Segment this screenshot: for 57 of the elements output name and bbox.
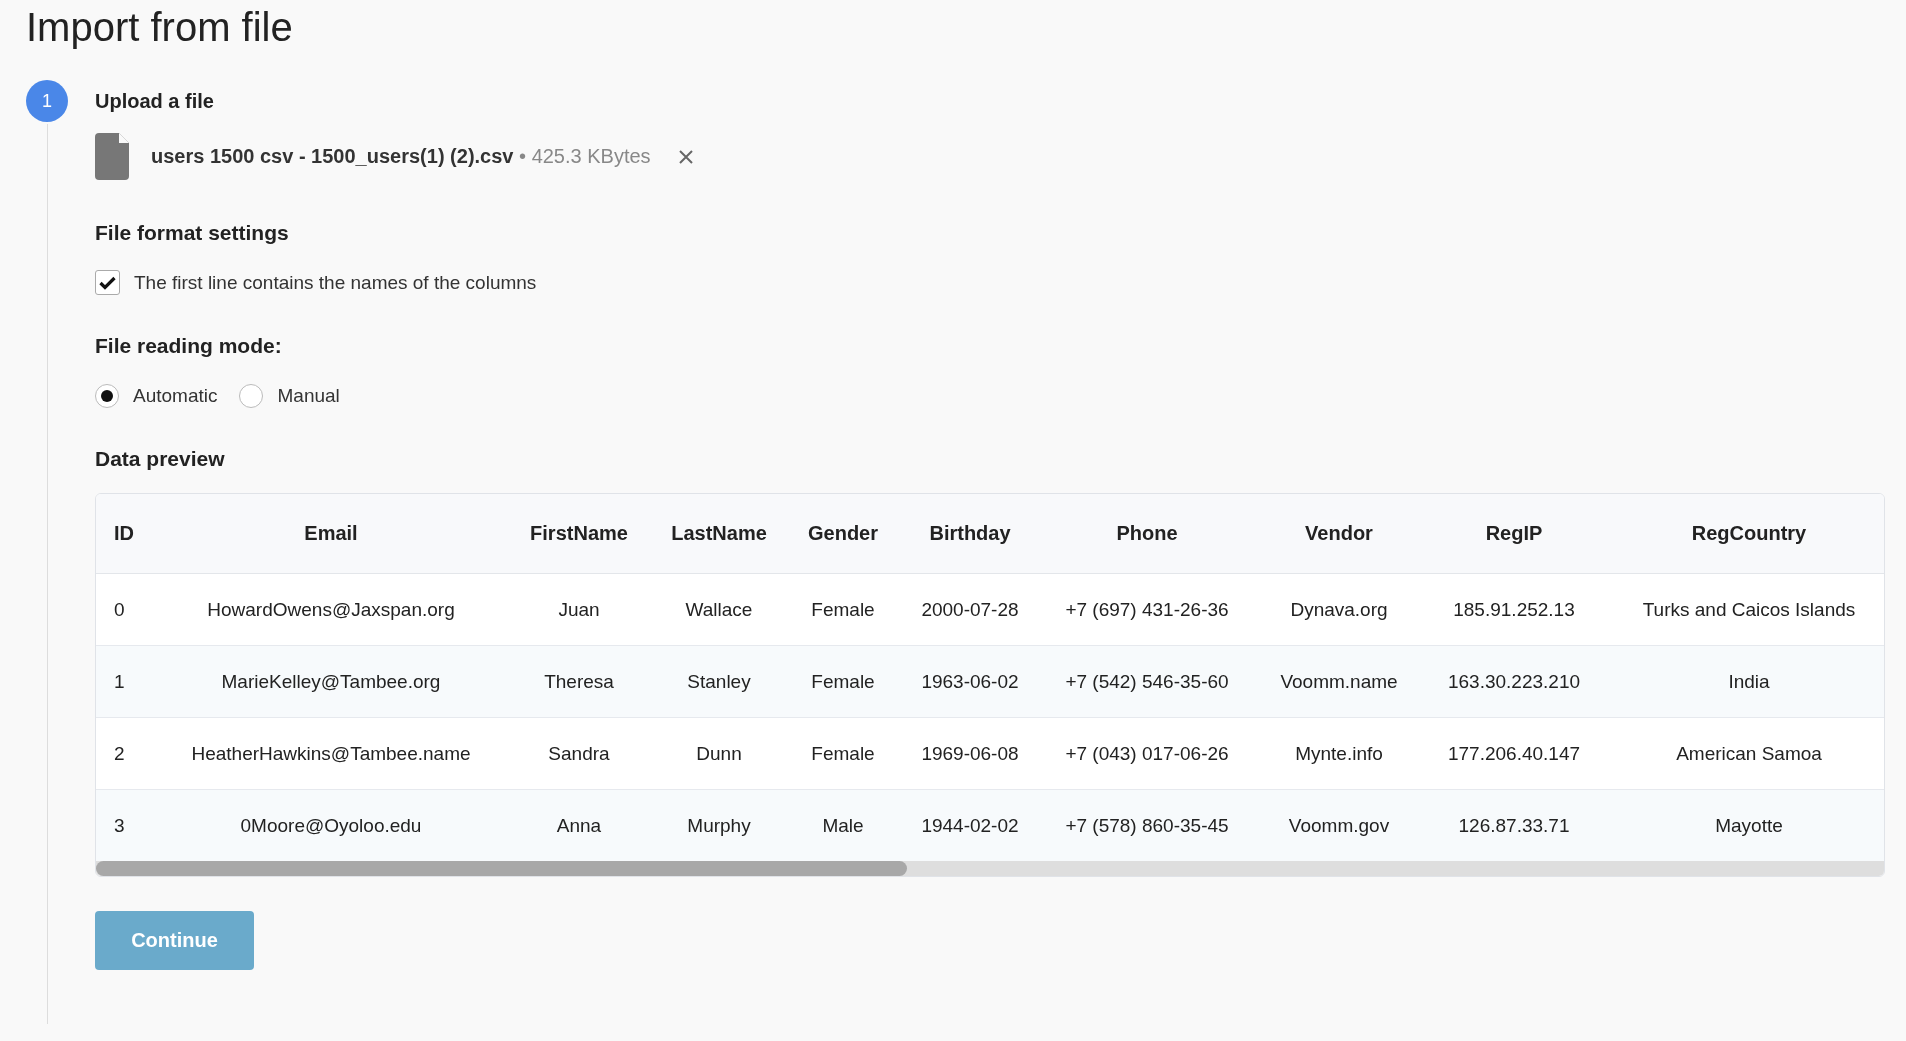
checkbox-label: The first line contains the names of the columns bbox=[134, 271, 537, 294]
table-cell: 2000-07-28 bbox=[910, 573, 1030, 646]
table-cell: American Samoa bbox=[1614, 717, 1884, 790]
table-cell: HeatherHawkins@Tambee.name bbox=[166, 717, 496, 790]
radio-button[interactable] bbox=[95, 384, 119, 408]
page-title: Import from file bbox=[26, 4, 294, 51]
step-title: Upload a file bbox=[95, 89, 215, 114]
column-header: LastName bbox=[662, 494, 776, 574]
column-header: RegIP bbox=[1414, 494, 1614, 574]
column-header: RegCountry bbox=[1614, 494, 1884, 574]
file-name: users 1500 csv - 1500_users(1) (2).csv • 425.3 KBytes bbox=[151, 145, 651, 168]
table-cell: 185.91.252.13 bbox=[1414, 573, 1614, 646]
section-heading: File format settings bbox=[95, 220, 290, 246]
table-cell: 1 bbox=[96, 645, 166, 718]
column-header: Gender bbox=[776, 494, 910, 574]
table-cell: Theresa bbox=[496, 645, 662, 718]
table-cell: Sandra bbox=[496, 717, 662, 790]
step-number: 1 bbox=[26, 80, 68, 122]
table-cell: 2 bbox=[96, 717, 166, 790]
file-icon bbox=[95, 133, 129, 180]
column-header: ID bbox=[96, 494, 166, 574]
table-cell: 163.30.223.210 bbox=[1414, 645, 1614, 718]
section-heading: File reading mode: bbox=[95, 333, 283, 359]
table-cell: Voomm.name bbox=[1264, 645, 1414, 718]
table-cell: 177.206.40.147 bbox=[1414, 717, 1614, 790]
table-cell: Juan bbox=[496, 573, 662, 646]
table-cell: Mynte.info bbox=[1264, 717, 1414, 790]
table-cell: 1969-06-08 bbox=[910, 717, 1030, 790]
table-cell: +7 (697) 431-26-36 bbox=[1030, 573, 1264, 646]
table-cell: Dunn bbox=[662, 717, 776, 790]
column-header: Email bbox=[166, 494, 496, 574]
table-cell: Dynava.org bbox=[1264, 573, 1414, 646]
column-header: Vendor bbox=[1264, 494, 1414, 574]
column-header: FirstName bbox=[496, 494, 662, 574]
close-button[interactable] bbox=[676, 147, 695, 166]
column-header: Phone bbox=[1030, 494, 1264, 574]
table-cell: Stanley bbox=[662, 645, 776, 718]
checkbox[interactable] bbox=[95, 270, 120, 295]
section-heading: Data preview bbox=[95, 446, 226, 472]
table-cell: HowardOwens@Jaxspan.org bbox=[166, 573, 496, 646]
table-cell: +7 (542) 546-35-60 bbox=[1030, 645, 1264, 718]
table-cell: 1963-06-02 bbox=[910, 645, 1030, 718]
table-cell: MarieKelley@Tambee.org bbox=[166, 645, 496, 718]
scrollbar-thumb[interactable] bbox=[96, 861, 907, 876]
table-cell: Turks and Caicos Islands bbox=[1614, 573, 1884, 646]
table-cell: Female bbox=[776, 573, 910, 646]
table-cell: India bbox=[1614, 645, 1884, 718]
continue-button[interactable]: Continue bbox=[95, 911, 254, 970]
table-cell: Female bbox=[776, 717, 910, 790]
table-cell: Female bbox=[776, 645, 910, 718]
radio-label: Automatic bbox=[133, 385, 218, 407]
radio-button[interactable] bbox=[239, 384, 264, 408]
radio-label: Manual bbox=[277, 385, 340, 407]
table-cell: Wallace bbox=[662, 573, 776, 646]
column-header: Birthday bbox=[910, 494, 1030, 574]
table-cell: 0 bbox=[96, 573, 166, 646]
table-cell: +7 (043) 017-06-26 bbox=[1030, 717, 1264, 790]
